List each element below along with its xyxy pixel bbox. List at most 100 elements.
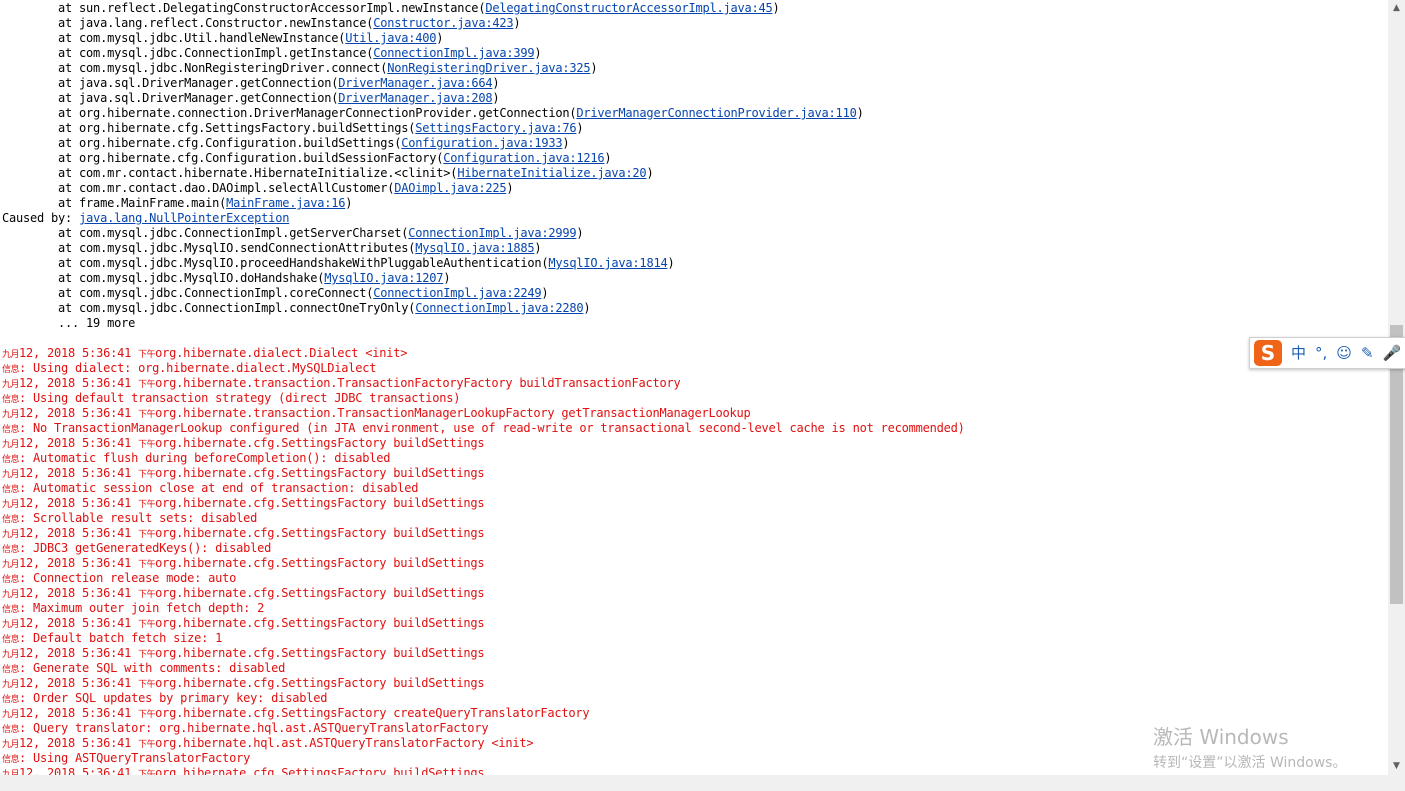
- log-text: at com.mysql.jdbc.MysqlIO.proceedHandsha…: [2, 256, 549, 270]
- stack-trace-link[interactable]: Configuration.java:1933: [401, 136, 562, 150]
- stack-trace-link[interactable]: DelegatingConstructorAccessorImpl.java:4…: [485, 1, 772, 15]
- console-line: at com.mysql.jdbc.ConnectionImpl.getServ…: [2, 226, 965, 241]
- log-text: at java.sql.DriverManager.getConnection(: [2, 91, 339, 105]
- log-text: : Using default transaction strategy (di…: [19, 391, 461, 405]
- chinese-mode-icon[interactable]: 中: [1291, 339, 1306, 367]
- log-text: ): [541, 286, 549, 300]
- stack-trace-link[interactable]: MysqlIO.java:1814: [548, 256, 667, 270]
- console-line: at com.mysql.jdbc.ConnectionImpl.connect…: [2, 301, 965, 316]
- console-line: 九月12, 2018 5:36:41 下午org.hibernate.trans…: [2, 406, 965, 421]
- console-line: 九月12, 2018 5:36:41 下午org.hibernate.cfg.S…: [2, 676, 965, 691]
- log-text: at com.mysql.jdbc.MysqlIO.doHandshake(: [2, 271, 325, 285]
- stack-trace-link[interactable]: DAOimpl.java:225: [394, 181, 506, 195]
- log-text: 12, 2018 5:36:41: [19, 466, 139, 480]
- stack-trace-link[interactable]: ConnectionImpl.java:2249: [373, 286, 541, 300]
- console-line: at com.mr.contact.hibernate.HibernateIni…: [2, 166, 965, 181]
- console-line: at com.mysql.jdbc.NonRegisteringDriver.c…: [2, 61, 965, 76]
- stack-trace-link[interactable]: Util.java:400: [345, 31, 436, 45]
- stack-trace-link[interactable]: Configuration.java:1216: [443, 151, 604, 165]
- log-label-text: 下午: [138, 380, 156, 390]
- log-label-text: 九月: [2, 620, 20, 630]
- stack-trace-link[interactable]: HibernateInitialize.java:20: [457, 166, 646, 180]
- log-label-text: 九月: [2, 410, 20, 420]
- log-text: ): [492, 76, 500, 90]
- stack-trace-link[interactable]: ConnectionImpl.java:399: [373, 46, 534, 60]
- stack-trace-link[interactable]: NonRegisteringDriver.java:325: [387, 61, 590, 75]
- log-label-text: 九月: [2, 440, 20, 450]
- log-text: at org.hibernate.cfg.Configuration.build…: [2, 151, 444, 165]
- console-line: at java.lang.reflect.Constructor.newInst…: [2, 16, 965, 31]
- log-label-text: 九月: [2, 500, 20, 510]
- log-text: 12, 2018 5:36:41: [19, 676, 139, 690]
- stack-trace-link[interactable]: ConnectionImpl.java:2280: [415, 301, 583, 315]
- stack-trace-link[interactable]: DriverManagerConnectionProvider.java:110: [576, 106, 856, 120]
- console-line: at java.sql.DriverManager.getConnection(…: [2, 91, 965, 106]
- log-text: at com.mysql.jdbc.NonRegisteringDriver.c…: [2, 61, 388, 75]
- console-line: 九月12, 2018 5:36:41 下午org.hibernate.trans…: [2, 376, 965, 391]
- console-line: 九月12, 2018 5:36:41 下午org.hibernate.cfg.S…: [2, 526, 965, 541]
- console-line: 信息: Maximum outer join fetch depth: 2: [2, 601, 965, 616]
- log-text: 12, 2018 5:36:41: [19, 346, 139, 360]
- scroll-down-arrow-icon[interactable]: ▼: [1388, 758, 1405, 775]
- log-text: 12, 2018 5:36:41: [19, 376, 139, 390]
- log-text: at frame.MainFrame.main(: [2, 196, 227, 210]
- log-label-text: 下午: [138, 440, 156, 450]
- watermark-subtitle: 转到“设置”以激活 Windows。: [1153, 755, 1347, 771]
- stack-trace-link[interactable]: Constructor.java:423: [373, 16, 513, 30]
- log-text: ): [576, 121, 584, 135]
- log-text: org.hibernate.cfg.SettingsFactory buildS…: [155, 436, 485, 450]
- stack-trace-link[interactable]: DriverManager.java:664: [338, 76, 492, 90]
- log-text: ): [436, 31, 444, 45]
- log-text: ... 19 more: [2, 316, 136, 330]
- log-label-text: 下午: [138, 650, 156, 660]
- ime-toolbar[interactable]: S 中 °, ☺ ✎ 🎤: [1249, 337, 1405, 369]
- log-text: ): [492, 91, 500, 105]
- punctuation-icon[interactable]: °,: [1315, 339, 1327, 367]
- log-text: at com.mysql.jdbc.ConnectionImpl.getServ…: [2, 226, 409, 240]
- emoji-icon[interactable]: ☺: [1336, 339, 1352, 367]
- console-line: 信息: No TransactionManagerLookup configur…: [2, 421, 965, 436]
- console-line: at org.hibernate.cfg.SettingsFactory.bui…: [2, 121, 965, 136]
- log-label-text: 信息: [2, 515, 20, 525]
- stack-trace-link[interactable]: ConnectionImpl.java:2999: [408, 226, 576, 240]
- log-label-text: 下午: [138, 410, 156, 420]
- log-text: : Automatic flush during beforeCompletio…: [19, 451, 391, 465]
- microphone-icon[interactable]: 🎤: [1383, 339, 1402, 367]
- sogou-logo-icon[interactable]: S: [1254, 340, 1282, 366]
- log-text: 12, 2018 5:36:41: [19, 556, 139, 570]
- stack-trace-link[interactable]: MainFrame.java:16: [226, 196, 345, 210]
- console-line: 信息: Generate SQL with comments: disabled: [2, 661, 965, 676]
- console-line: 九月12, 2018 5:36:41 下午org.hibernate.cfg.S…: [2, 496, 965, 511]
- scroll-up-arrow-icon[interactable]: ▲: [1388, 0, 1405, 17]
- log-label-text: 信息: [2, 725, 20, 735]
- log-label-text: 下午: [138, 680, 156, 690]
- windows-activation-watermark: 激活 Windows 转到“设置”以激活 Windows。: [1153, 725, 1346, 773]
- log-text: ): [443, 271, 451, 285]
- stack-trace-link[interactable]: SettingsFactory.java:76: [415, 121, 576, 135]
- skin-icon[interactable]: ✎: [1361, 339, 1374, 367]
- console-line: at org.hibernate.cfg.Configuration.build…: [2, 136, 965, 151]
- log-label-text: 下午: [138, 620, 156, 630]
- log-text: 12, 2018 5:36:41: [19, 616, 139, 630]
- log-text: 12, 2018 5:36:41: [19, 736, 139, 750]
- log-text: at com.mysql.jdbc.MysqlIO.sendConnection…: [2, 241, 416, 255]
- log-text: at org.hibernate.cfg.Configuration.build…: [2, 136, 402, 150]
- log-label-text: 九月: [2, 680, 20, 690]
- stack-trace-link[interactable]: DriverManager.java:208: [338, 91, 492, 105]
- console-line: at com.mysql.jdbc.ConnectionImpl.coreCon…: [2, 286, 965, 301]
- stack-trace-link[interactable]: MysqlIO.java:1207: [324, 271, 443, 285]
- log-label-text: 信息: [2, 755, 20, 765]
- log-text: 12, 2018 5:36:41: [19, 766, 139, 775]
- console-line: 信息: Using ASTQueryTranslatorFactory: [2, 751, 965, 766]
- vertical-scrollbar[interactable]: ▲ ▼: [1388, 0, 1405, 775]
- stack-trace-link[interactable]: java.lang.NullPointerException: [79, 211, 289, 225]
- log-text: ): [534, 241, 542, 255]
- log-text: org.hibernate.cfg.SettingsFactory buildS…: [155, 466, 485, 480]
- stack-trace-link[interactable]: MysqlIO.java:1885: [415, 241, 534, 255]
- log-text: org.hibernate.transaction.TransactionMan…: [155, 406, 751, 420]
- log-text: ): [562, 136, 570, 150]
- console-output-panel[interactable]: at sun.reflect.DelegatingConstructorAcce…: [0, 0, 1388, 775]
- log-label-text: 下午: [138, 560, 156, 570]
- log-label-text: 信息: [2, 395, 20, 405]
